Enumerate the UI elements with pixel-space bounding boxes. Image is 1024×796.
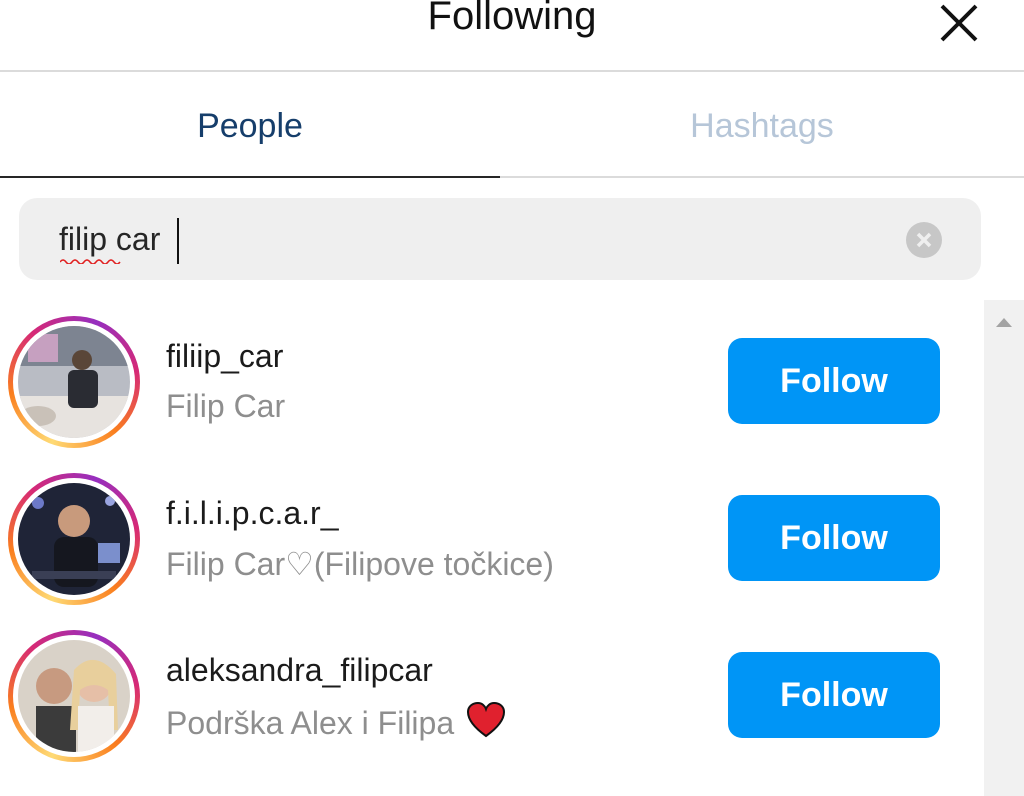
username[interactable]: f.i.l.i.p.c.a.r_ [166, 495, 339, 532]
text-cursor [177, 218, 179, 264]
spellcheck-underline [60, 259, 121, 264]
clear-circle-icon [916, 232, 932, 248]
story-ring[interactable] [8, 630, 140, 762]
story-ring[interactable] [8, 316, 140, 448]
follow-button[interactable]: Follow [728, 652, 940, 738]
results-list: filiip_car Filip Car Follow f.i.l.i.p.c.… [0, 300, 984, 796]
full-name-text: Podrška Alex i Filipa [166, 705, 455, 741]
full-name: Podrška Alex i Filipa [166, 702, 506, 742]
scroll-up-arrow-icon[interactable] [996, 318, 1012, 327]
search-box [19, 198, 981, 280]
close-icon [940, 4, 978, 42]
username[interactable]: aleksandra_filipcar [166, 652, 433, 689]
search-input[interactable] [59, 214, 859, 264]
list-item: filiip_car Filip Car Follow [0, 300, 984, 450]
follow-button[interactable]: Follow [728, 495, 940, 581]
avatar [18, 483, 130, 595]
username[interactable]: filiip_car [166, 338, 283, 375]
red-heart-emoji [467, 702, 506, 738]
avatar [18, 326, 130, 438]
full-name: Filip Car♡(Filipove točkice) [166, 546, 554, 582]
tab-hashtags[interactable]: Hashtags [512, 72, 1012, 176]
avatar [18, 640, 130, 752]
dialog-header: Following [0, 0, 1024, 72]
list-item: aleksandra_filipcar Podrška Alex i Filip… [0, 614, 984, 764]
scrollbar[interactable] [984, 300, 1024, 796]
close-button[interactable] [932, 0, 984, 50]
full-name: Filip Car [166, 388, 286, 424]
dialog-title: Following [427, 0, 597, 38]
clear-search-button[interactable] [906, 222, 942, 258]
tab-people[interactable]: People [0, 72, 500, 178]
story-ring[interactable] [8, 473, 140, 605]
tab-bar: People Hashtags [0, 72, 1024, 178]
list-item: f.i.l.i.p.c.a.r_ Filip Car♡(Filipove toč… [0, 457, 984, 607]
follow-button[interactable]: Follow [728, 338, 940, 424]
